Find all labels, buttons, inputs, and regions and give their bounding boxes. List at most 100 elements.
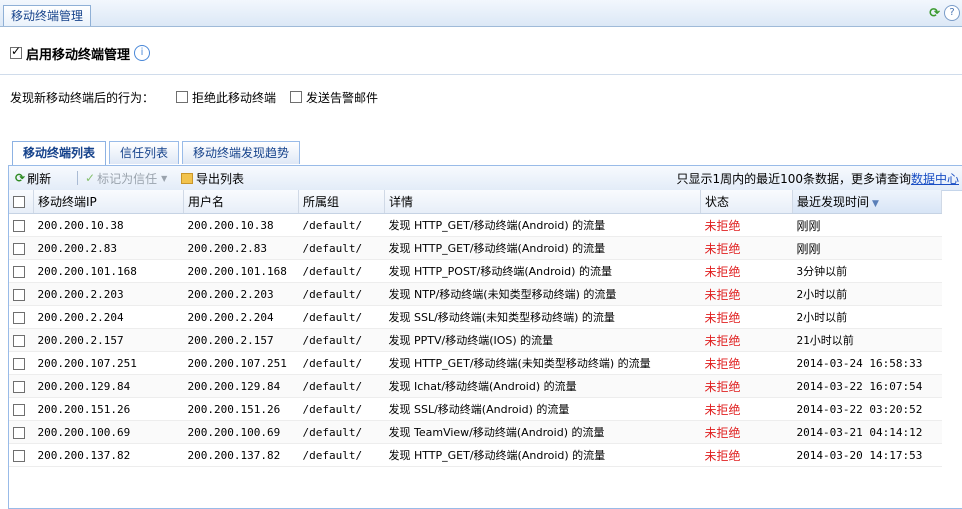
row-select-cell[interactable] xyxy=(9,397,34,421)
select-all-checkbox[interactable] xyxy=(13,196,25,208)
cell-group: /default/ xyxy=(298,282,385,306)
row-select-cell[interactable] xyxy=(9,305,34,329)
cell-username: 200.200.2.204 xyxy=(183,305,299,329)
cell-status: 未拒绝 xyxy=(700,351,793,375)
row-select-cell[interactable] xyxy=(9,213,34,237)
toolbar-divider xyxy=(77,171,78,185)
cell-group: /default/ xyxy=(298,443,385,467)
alert-mail-option[interactable]: 发送告警邮件 xyxy=(290,89,378,106)
cell-last-seen: 刚刚 xyxy=(792,236,942,260)
cell-status: 未拒绝 xyxy=(700,374,793,398)
window-titlebar: 移动终端管理 ⟳ ? xyxy=(0,0,962,27)
cell-ip: 200.200.129.84 xyxy=(33,374,184,398)
table-row[interactable]: 200.200.101.168 200.200.101.168/default/发… xyxy=(9,259,942,283)
row-checkbox[interactable] xyxy=(13,357,25,370)
row-checkbox[interactable] xyxy=(13,403,25,416)
col-status[interactable]: 状态 xyxy=(700,190,793,214)
mark-trust-label: 标记为信任 xyxy=(97,171,158,186)
row-select-cell[interactable] xyxy=(9,328,34,352)
cell-detail: 发现 SSL/移动终端(Android) 的流量 xyxy=(384,397,701,421)
cell-ip: 200.200.107.251 xyxy=(33,351,184,375)
row-checkbox[interactable] xyxy=(13,288,25,301)
export-button[interactable]: 导出列表 xyxy=(181,170,244,186)
cell-group: /default/ xyxy=(298,328,385,352)
cell-ip: 200.200.2.204 xyxy=(33,305,184,329)
col-detail[interactable]: 详情 xyxy=(384,190,701,214)
cell-status: 未拒绝 xyxy=(700,443,793,467)
col-group[interactable]: 所属组 xyxy=(298,190,385,214)
cell-last-seen: 2小时以前 xyxy=(792,282,942,306)
row-select-cell[interactable] xyxy=(9,420,34,444)
cell-detail: 发现 TeamView/移动终端(Android) 的流量 xyxy=(384,420,701,444)
row-checkbox[interactable] xyxy=(13,242,25,255)
table-row[interactable]: 200.200.151.26 200.200.151.26/default/发现 … xyxy=(9,397,942,421)
reject-label: 拒绝此移动终端 xyxy=(192,90,277,105)
tab-trust-list[interactable]: 信任列表 xyxy=(109,141,180,164)
refresh-button[interactable]: ⟳ 刷新 xyxy=(15,170,51,186)
cell-ip: 200.200.151.26 xyxy=(33,397,184,421)
window-title-tab[interactable]: 移动终端管理 xyxy=(3,5,92,26)
row-select-cell[interactable] xyxy=(9,236,34,260)
mark-trust-button[interactable]: ✓ 标记为信任 ▼ xyxy=(85,170,167,186)
row-checkbox[interactable] xyxy=(13,380,25,393)
data-center-link[interactable]: 数据中心 xyxy=(911,172,959,186)
table-row[interactable]: 200.200.2.83 200.200.2.83/default/发现 HTTP… xyxy=(9,236,942,260)
table-row[interactable]: 200.200.2.203 200.200.2.203/default/发现 NT… xyxy=(9,282,942,306)
tab-discovery-trend[interactable]: 移动终端发现趋势 xyxy=(182,141,301,164)
cell-username: 200.200.10.38 xyxy=(183,213,299,237)
select-all-header[interactable] xyxy=(9,190,34,214)
behavior-label: 发现新移动终端后的行为： xyxy=(10,90,155,105)
row-select-cell[interactable] xyxy=(9,374,34,398)
col-username[interactable]: 用户名 xyxy=(183,190,299,214)
col-last-seen[interactable]: 最近发现时间 ▼ xyxy=(792,190,942,214)
table-row[interactable]: 200.200.2.204 200.200.2.204/default/发现 SS… xyxy=(9,305,942,329)
table-row[interactable]: 200.200.129.84 200.200.129.84/default/发现 … xyxy=(9,374,942,398)
enable-checkbox[interactable] xyxy=(10,44,22,59)
row-checkbox[interactable] xyxy=(13,265,25,278)
row-checkbox[interactable] xyxy=(13,334,25,347)
col-last-seen-label: 最近发现时间 xyxy=(797,195,870,209)
cell-detail: 发现 Ichat/移动终端(Android) 的流量 xyxy=(384,374,701,398)
cell-group: /default/ xyxy=(298,213,385,237)
cell-group: /default/ xyxy=(298,305,385,329)
table-header-row: 移动终端IP 用户名 所属组 详情 状态 最近发现时间 ▼ xyxy=(9,190,942,214)
cell-last-seen: 2014-03-22 16:07:54 xyxy=(792,374,942,398)
cell-status: 未拒绝 xyxy=(700,259,793,283)
cell-status: 未拒绝 xyxy=(700,328,793,352)
refresh-icon[interactable]: ⟳ xyxy=(929,6,940,21)
table-row[interactable]: 200.200.10.38 200.200.10.38/default/发现 HT… xyxy=(9,213,942,237)
row-checkbox[interactable] xyxy=(13,449,25,462)
row-select-cell[interactable] xyxy=(9,259,34,283)
cell-username: 200.200.129.84 xyxy=(183,374,299,398)
reject-option[interactable]: 拒绝此移动终端 xyxy=(176,89,276,106)
table-row[interactable]: 200.200.107.251 200.200.107.251/default/发… xyxy=(9,351,942,375)
col-ip[interactable]: 移动终端IP xyxy=(33,190,184,214)
info-icon[interactable]: i xyxy=(134,45,151,61)
alert-mail-label: 发送告警邮件 xyxy=(306,90,379,105)
row-checkbox[interactable] xyxy=(13,311,25,324)
cell-status: 未拒绝 xyxy=(700,397,793,421)
cell-status: 未拒绝 xyxy=(700,282,793,306)
table-row[interactable]: 200.200.100.69 200.200.100.69/default/发现 … xyxy=(9,420,942,444)
table-row[interactable]: 200.200.137.82 200.200.137.82/default/发现 … xyxy=(9,443,942,467)
row-checkbox[interactable] xyxy=(13,219,25,232)
row-checkbox[interactable] xyxy=(13,426,25,439)
cell-username: 200.200.100.69 xyxy=(183,420,299,444)
cell-username: 200.200.2.83 xyxy=(183,236,299,260)
cell-group: /default/ xyxy=(298,351,385,375)
chevron-down-icon: ▼ xyxy=(161,173,168,183)
cell-username: 200.200.151.26 xyxy=(183,397,299,421)
reject-checkbox[interactable] xyxy=(176,91,189,103)
cell-group: /default/ xyxy=(298,420,385,444)
tab-terminal-list[interactable]: 移动终端列表 xyxy=(12,141,107,165)
cell-ip: 200.200.10.38 xyxy=(33,213,184,237)
table-row[interactable]: 200.200.2.157 200.200.2.157/default/发现 PP… xyxy=(9,328,942,352)
row-select-cell[interactable] xyxy=(9,351,34,375)
row-select-cell[interactable] xyxy=(9,443,34,467)
toolbar-info-text: 只显示1周内的最近100条数据，更多请查询 xyxy=(676,172,911,186)
cell-group: /default/ xyxy=(298,259,385,283)
behavior-row: 发现新移动终端后的行为： 拒绝此移动终端 发送告警邮件 xyxy=(10,88,378,106)
row-select-cell[interactable] xyxy=(9,282,34,306)
help-icon[interactable]: ? xyxy=(944,5,960,21)
alert-mail-checkbox[interactable] xyxy=(290,91,303,103)
